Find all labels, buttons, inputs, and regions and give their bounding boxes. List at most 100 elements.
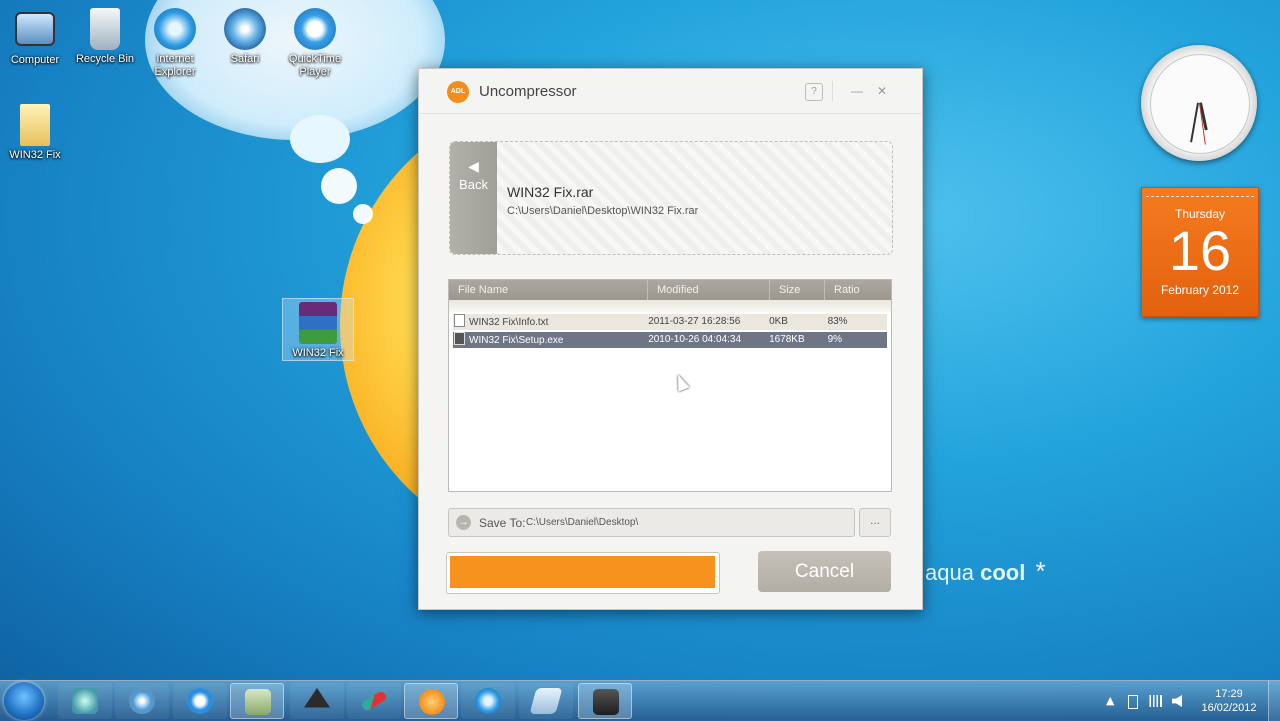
show-desktop-button[interactable] <box>1268 681 1280 721</box>
desktop-icon-quicktime[interactable]: QuickTime Player <box>280 8 350 79</box>
taskbar-quicktime[interactable] <box>173 683 227 719</box>
desktop-icon-label: WIN32 Fix <box>9 149 61 161</box>
extract-button[interactable] <box>446 552 720 594</box>
recycle-bin-icon <box>90 8 120 50</box>
save-to-field[interactable]: → Save To: C:\Users\Daniel\Desktop\ <box>448 508 855 537</box>
taskbar-safari[interactable] <box>115 683 169 719</box>
wallpaper-bubble <box>353 204 373 224</box>
wallpaper-cloud-puff <box>290 115 350 163</box>
unity-icon <box>304 688 330 708</box>
taskbar-image-viewer[interactable] <box>230 683 284 719</box>
column-header-ratio[interactable]: Ratio <box>825 280 889 300</box>
battery-icon[interactable] <box>1128 695 1138 709</box>
column-header-file-name[interactable]: File Name <box>449 280 648 300</box>
taskbar-note-app[interactable] <box>519 683 573 719</box>
save-to-path[interactable]: C:\Users\Daniel\Desktop\ <box>526 517 638 528</box>
taskbar-time: 17:29 <box>1215 688 1243 700</box>
file-row[interactable]: WIN32 Fix\Info.txt 2011-03-27 16:28:56 0… <box>453 314 887 330</box>
cancel-button[interactable]: Cancel <box>758 551 891 592</box>
safari-icon <box>129 688 155 714</box>
file-name: WIN32 Fix\Info.txt <box>469 317 549 328</box>
calendar-month-year: February 2012 <box>1160 283 1240 297</box>
file-list[interactable]: File Name Modified Size Ratio WIN32 Fix\… <box>448 279 892 492</box>
image-viewer-icon <box>245 689 271 715</box>
internet-explorer-icon <box>154 8 196 50</box>
quicktime-icon <box>187 688 213 714</box>
extract-progress-fill <box>450 556 715 588</box>
desktop-icon-safari[interactable]: Safari <box>210 8 280 66</box>
adl-logo-icon: ADL <box>447 81 469 103</box>
desktop-icon-win32-fix-folder[interactable]: WIN32 Fix <box>0 104 70 162</box>
internet-explorer-icon <box>475 688 501 714</box>
calendar-gadget[interactable]: Thursday 16 February 2012 <box>1141 187 1259 317</box>
desktop-icon-label: QuickTime Player <box>288 53 342 78</box>
save-to-label: Save To: <box>479 516 526 530</box>
taskbar-windows-explorer[interactable] <box>58 683 112 719</box>
uncompressor-window: ADL Uncompressor ? — ✕ ◀ Back WIN32 Fix.… <box>418 68 923 610</box>
file-size: 1678KB <box>769 334 805 345</box>
back-label: Back <box>459 177 488 192</box>
pencil-icon <box>360 690 388 712</box>
taskbar-date: 16/02/2012 <box>1201 702 1257 714</box>
desktop-icon-label: Recycle Bin <box>75 53 135 65</box>
archive-path: C:\Users\Daniel\Desktop\WIN32 Fix.rar <box>507 205 699 217</box>
taskbar-camcorder[interactable] <box>578 683 632 719</box>
uncompressor-lock-icon <box>419 689 445 715</box>
file-ratio: 83% <box>827 316 848 327</box>
window-title: Uncompressor <box>479 83 577 100</box>
volume-icon[interactable] <box>1172 695 1182 707</box>
file-list-header: File Name Modified Size Ratio <box>449 280 891 300</box>
file-name: WIN32 Fix\Setup.exe <box>469 335 564 346</box>
folder-icon <box>20 104 50 146</box>
text-file-icon <box>454 314 465 327</box>
desktop-icon-recycle-bin[interactable]: Recycle Bin <box>70 8 140 66</box>
quicktime-icon <box>294 8 336 50</box>
desktop-icon-win32-fix-archive[interactable]: WIN32 Fix <box>282 298 354 361</box>
desktop-icon-internet-explorer[interactable]: Internet Explorer <box>140 8 210 79</box>
taskbar-unity[interactable] <box>290 683 344 719</box>
start-button[interactable] <box>4 682 44 720</box>
file-ratio: 9% <box>827 334 843 345</box>
network-icon[interactable] <box>1148 695 1162 707</box>
archive-info-panel: ◀ Back WIN32 Fix.rar C:\Users\Daniel\Des… <box>449 141 893 255</box>
taskbar-pencil-app[interactable] <box>347 683 401 719</box>
desktop-icon-label: Safari <box>230 53 260 65</box>
calendar-day: 16 <box>1168 219 1232 282</box>
browse-button[interactable]: ... <box>859 508 891 537</box>
taskbar-internet-explorer[interactable] <box>461 683 515 719</box>
note-icon <box>529 688 563 714</box>
back-button[interactable]: ◀ Back <box>450 142 497 254</box>
tray-expand-icon[interactable]: ▲ <box>1106 694 1114 707</box>
camcorder-icon <box>593 689 619 715</box>
computer-icon <box>15 12 55 46</box>
back-arrow-icon: ◀ <box>468 158 479 174</box>
archive-name: WIN32 Fix.rar <box>507 184 594 200</box>
minimize-button[interactable]: — <box>849 83 865 99</box>
windows-explorer-icon <box>72 688 98 714</box>
column-header-size[interactable]: Size <box>770 280 825 300</box>
close-button[interactable]: ✕ <box>874 83 890 99</box>
calendar-rings <box>1146 188 1254 197</box>
file-size: 0KB <box>769 316 788 327</box>
arrow-right-icon: → <box>456 515 471 530</box>
taskbar-uncompressor[interactable] <box>404 683 458 719</box>
column-header-modified[interactable]: Modified <box>648 280 770 300</box>
title-separator <box>832 81 833 101</box>
exe-file-icon <box>454 332 465 345</box>
wallpaper-bubble <box>321 168 357 204</box>
safari-icon <box>224 8 266 50</box>
file-row-selected[interactable]: WIN32 Fix\Setup.exe 2010-10-26 04:04:34 … <box>453 332 887 348</box>
desktop-icon-computer[interactable]: Computer <box>0 8 70 67</box>
file-modified: 2011-03-27 16:28:56 <box>648 316 741 327</box>
desktop-icon-label: Computer <box>10 54 60 66</box>
winrar-archive-icon <box>299 302 337 344</box>
clock-gadget[interactable] <box>1141 45 1257 161</box>
wallpaper-brand: aqua cool * <box>925 556 1046 586</box>
desktop-icon-label: Internet Explorer <box>154 53 196 78</box>
title-bar[interactable]: ADL Uncompressor ? — ✕ <box>419 69 922 114</box>
file-modified: 2010-10-26 04:04:34 <box>648 334 742 345</box>
help-button[interactable]: ? <box>805 83 823 101</box>
taskbar: ▲ 17:29 16/02/2012 <box>0 680 1280 721</box>
desktop-icon-label: WIN32 Fix <box>292 347 344 359</box>
taskbar-clock[interactable]: 17:29 16/02/2012 <box>1196 687 1262 715</box>
